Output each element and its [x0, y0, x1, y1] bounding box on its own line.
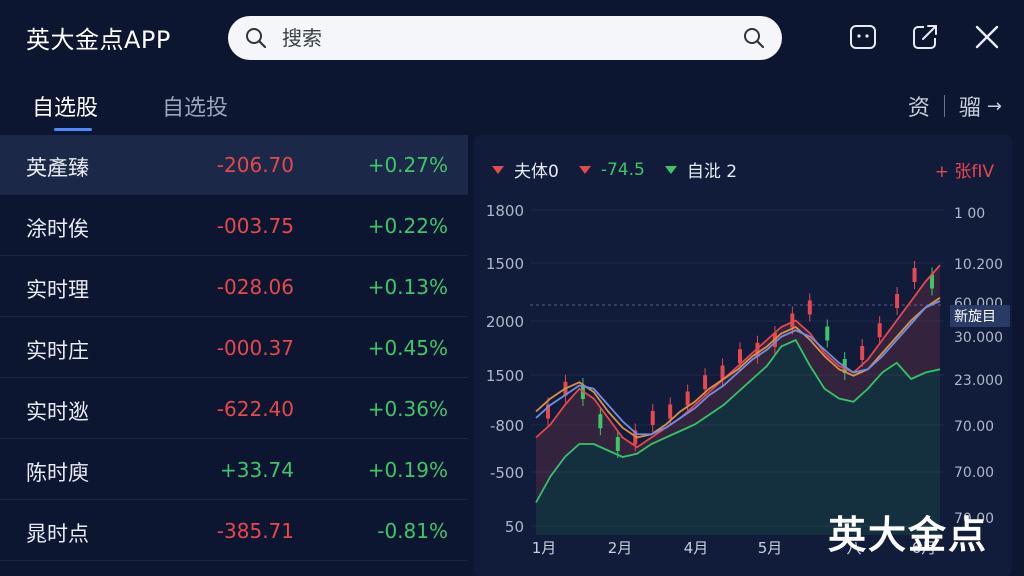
- last-price-label: 新旋目: [954, 309, 996, 325]
- watermark-logo: 英大金点: [828, 513, 989, 557]
- candle-body: [807, 300, 812, 315]
- candle-body: [860, 346, 865, 360]
- stock-row[interactable]: 实时逖 -622.40 +0.36%: [0, 379, 468, 439]
- y2-tick-label: 1 00: [954, 206, 985, 222]
- top-bar: 英大金点APP: [0, 0, 1024, 76]
- x-tick-label: 1月: [532, 539, 557, 557]
- candle-body: [685, 391, 690, 406]
- candle-body: [703, 375, 708, 390]
- candle-body: [615, 437, 620, 451]
- stock-value: +33.74: [219, 458, 294, 482]
- share-icon[interactable]: [910, 22, 940, 52]
- stock-value: -003.75: [216, 214, 294, 238]
- link-assets[interactable]: 资: [908, 90, 930, 122]
- stock-value: -622.40: [216, 397, 294, 421]
- candle-body: [912, 268, 917, 282]
- divider: [943, 95, 945, 117]
- stock-change: +0.19%: [367, 458, 448, 482]
- stock-row[interactable]: 陈时庾 +33.74 +0.19%: [0, 440, 468, 500]
- y-tick-label: 1500: [486, 367, 524, 385]
- close-icon[interactable]: [972, 22, 1002, 52]
- y2-tick-label: 70.00: [954, 465, 994, 481]
- candle-body: [650, 411, 655, 425]
- candle-body: [598, 414, 603, 429]
- tab-watchlist[interactable]: 自选股: [32, 90, 98, 122]
- y2-tick-label: 10.200: [954, 257, 1003, 273]
- stock-change: -0.81%: [377, 519, 448, 543]
- search-input[interactable]: [282, 24, 722, 52]
- y2-tick-label: 23.000: [954, 373, 1003, 389]
- y-tick-label: 1500: [486, 255, 524, 273]
- y-tick-label: 1800: [486, 202, 524, 220]
- y-tick-label: 2000: [486, 313, 524, 331]
- stock-name: 晁时点: [26, 522, 89, 546]
- stock-name: 涂时俟: [26, 217, 89, 241]
- stock-row[interactable]: 晁时点 -385.71 -0.81%: [0, 501, 468, 561]
- candle-body: [895, 294, 900, 308]
- link-more[interactable]: 骝: [959, 90, 981, 122]
- stock-list: 英產臻 -206.70 +0.27% 涂时俟 -003.75 +0.22% 实时理 -028.…: [0, 135, 468, 576]
- stock-row[interactable]: 实时庄 -000.37 +0.45%: [0, 318, 468, 378]
- stock-name: 实时理: [26, 278, 89, 302]
- stock-value: -000.37: [216, 336, 294, 360]
- search-bar[interactable]: [228, 16, 782, 60]
- y2-tick-label: 70.00: [954, 419, 994, 435]
- candle-body: [877, 323, 882, 338]
- stock-value: -385.71: [216, 519, 294, 543]
- search-icon: [246, 28, 267, 49]
- stock-change: +0.27%: [367, 153, 448, 177]
- chat-icon[interactable]: [848, 22, 878, 52]
- stock-name: 实时逖: [26, 400, 89, 424]
- stock-change: +0.22%: [367, 214, 448, 238]
- y2-tick-label: 30.000: [954, 330, 1003, 346]
- header-links: 资 骝 →: [908, 90, 1002, 122]
- stock-value: -206.70: [216, 153, 294, 177]
- candle-body: [668, 404, 673, 419]
- arrow-right-icon[interactable]: →: [987, 96, 1002, 117]
- stock-change: +0.13%: [367, 275, 448, 299]
- active-tab-indicator: [54, 128, 92, 131]
- stock-value: -028.06: [216, 275, 294, 299]
- x-tick-label: 5月: [758, 539, 783, 557]
- y-tick-label: -500: [490, 464, 524, 482]
- stock-row[interactable]: 实时理 -028.06 +0.13%: [0, 257, 468, 317]
- x-tick-label: 2月: [608, 539, 633, 557]
- stock-change: +0.36%: [367, 397, 448, 421]
- y-tick-label: -800: [490, 417, 524, 435]
- search-submit-icon[interactable]: [742, 26, 766, 50]
- stock-row[interactable]: 英產臻 -206.70 +0.27%: [0, 135, 468, 195]
- stock-name: 陈时庾: [26, 461, 89, 485]
- stock-name: 实时庄: [26, 339, 89, 363]
- app-title: 英大金点APP: [26, 26, 171, 54]
- candle-body: [738, 349, 742, 364]
- stock-name: 英產臻: [26, 156, 89, 180]
- x-tick-label: 4月: [684, 539, 709, 557]
- candle-body: [825, 326, 830, 341]
- stock-row[interactable]: 涂时俟 -003.75 +0.22%: [0, 196, 468, 256]
- stock-change: +0.45%: [367, 336, 448, 360]
- tab-watchlist-invest[interactable]: 自选投: [162, 90, 228, 122]
- candle-body: [720, 365, 725, 380]
- y-tick-label: 50: [505, 518, 524, 536]
